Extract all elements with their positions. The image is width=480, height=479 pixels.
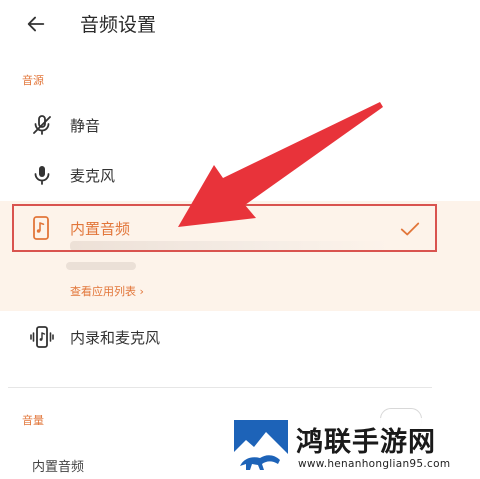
mic-off-icon — [28, 111, 56, 139]
source-option-internal-audio[interactable]: 内置音频 — [12, 204, 437, 252]
watermark-url: www.henanhonglian95.com — [298, 458, 451, 470]
phone-music-icon — [33, 216, 49, 240]
checkmark-icon — [400, 222, 420, 236]
source-option-microphone[interactable]: 麦克风 — [0, 153, 480, 197]
source-option-label: 内置音频 — [70, 220, 131, 238]
source-option-mute[interactable]: 静音 — [0, 103, 480, 147]
section-label-volume: 音量 — [22, 414, 44, 427]
app-header: 音频设置 — [0, 0, 480, 48]
watermark-logo — [234, 420, 288, 474]
phone-mic-icon — [28, 323, 56, 351]
watermark: 鸿联手游网 www.henanhonglian95.com — [232, 418, 472, 476]
mic-icon — [28, 161, 56, 189]
blurred-text — [66, 262, 136, 270]
source-option-label: 静音 — [70, 116, 101, 135]
section-divider — [8, 387, 432, 388]
source-option-internal-and-mic[interactable]: 内录和麦克风 — [0, 315, 480, 359]
back-button[interactable] — [20, 8, 52, 40]
source-option-label: 内录和麦克风 — [70, 328, 161, 347]
watermark-name: 鸿联手游网 — [296, 427, 436, 458]
section-label-source: 音源 — [22, 74, 44, 87]
source-option-label: 麦克风 — [70, 166, 116, 185]
volume-item-label: 内置音频 — [32, 460, 85, 475]
page-title: 音频设置 — [80, 14, 157, 36]
back-arrow-icon — [27, 16, 45, 32]
view-app-list-link[interactable]: 查看应用列表 › — [70, 283, 144, 299]
